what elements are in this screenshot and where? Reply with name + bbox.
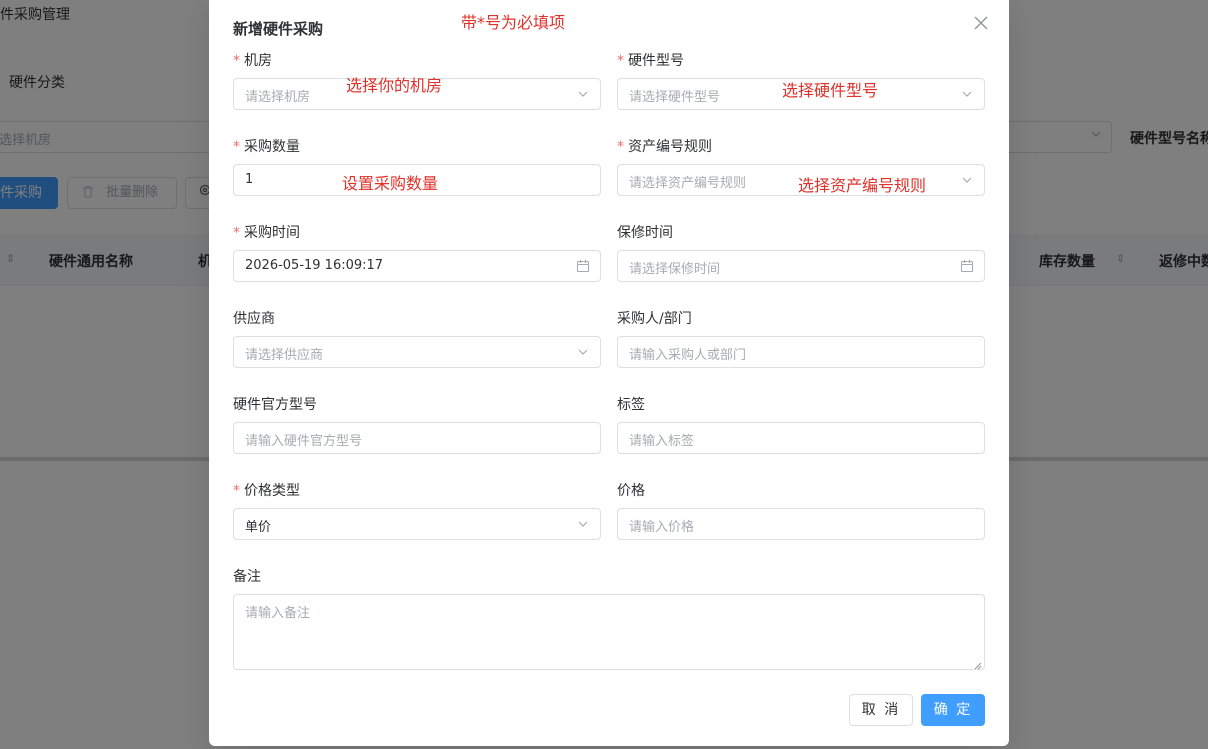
chevron-down-icon — [576, 87, 590, 101]
quantity-label: * 采购数量 — [233, 139, 300, 155]
warranty-time-label: 保修时间 — [617, 225, 673, 241]
official-model-placeholder: 请输入硬件官方型号 — [245, 434, 363, 449]
dialog-title: 新增硬件采购 — [233, 20, 324, 38]
price-input[interactable]: 请输入价格 — [617, 508, 985, 540]
price-placeholder: 请输入价格 — [629, 520, 695, 535]
asset-rule-placeholder: 请选择资产编号规则 — [629, 176, 747, 191]
tags-placeholder: 请输入标签 — [629, 434, 695, 449]
chevron-down-icon — [960, 173, 974, 187]
resize-handle-icon[interactable] — [974, 659, 982, 670]
chevron-down-icon — [960, 87, 974, 101]
confirm-button[interactable]: 确 定 — [921, 694, 985, 726]
remark-textarea[interactable]: 请输入备注 — [233, 594, 985, 670]
price-type-select[interactable]: 单价 — [233, 508, 601, 540]
purchaser-input[interactable]: 请输入采购人或部门 — [617, 336, 985, 368]
room-placeholder: 请选择机房 — [245, 90, 311, 105]
tags-input[interactable]: 请输入标签 — [617, 422, 985, 454]
supplier-label: 供应商 — [233, 311, 275, 327]
cancel-button[interactable]: 取 消 — [849, 694, 913, 726]
remark-placeholder: 请输入备注 — [245, 606, 311, 621]
purchase-time-picker[interactable]: 2026-05-19 16:09:17 — [233, 250, 601, 282]
chevron-down-icon — [576, 517, 590, 531]
chevron-down-icon — [576, 345, 590, 359]
calendar-icon — [576, 259, 590, 273]
room-label: * 机房 — [233, 53, 272, 69]
close-icon[interactable] — [973, 15, 989, 31]
price-type-label: * 价格类型 — [233, 483, 300, 499]
tags-label: 标签 — [617, 397, 645, 413]
calendar-icon — [960, 259, 974, 273]
quantity-annotation: 设置采购数量 — [342, 174, 439, 193]
add-purchase-dialog: 新增硬件采购 带*号为必填项 * 机房 请选择机房 选择你的机房 * 硬件型号 请选… — [209, 0, 1009, 746]
warranty-time-placeholder: 请选择保修时间 — [629, 262, 721, 277]
quantity-value: 1 — [245, 172, 254, 187]
official-model-input[interactable]: 请输入硬件官方型号 — [233, 422, 601, 454]
official-model-label: 硬件官方型号 — [233, 397, 317, 413]
price-label: 价格 — [617, 483, 645, 499]
purchaser-placeholder: 请输入采购人或部门 — [629, 348, 747, 363]
purchase-time-label: * 采购时间 — [233, 225, 300, 241]
purchase-time-value: 2026-05-19 16:09:17 — [245, 258, 384, 273]
model-placeholder: 请选择硬件型号 — [629, 90, 721, 105]
supplier-placeholder: 请选择供应商 — [245, 348, 324, 363]
model-label: * 硬件型号 — [617, 53, 684, 69]
asset-rule-annotation: 选择资产编号规则 — [798, 176, 927, 195]
remark-label: 备注 — [233, 569, 261, 585]
purchaser-label: 采购人/部门 — [617, 311, 692, 327]
required-hint-annotation: 带*号为必填项 — [461, 13, 566, 32]
model-annotation: 选择硬件型号 — [782, 81, 879, 100]
price-type-value: 单价 — [245, 520, 272, 535]
supplier-select[interactable]: 请选择供应商 — [233, 336, 601, 368]
warranty-time-picker[interactable]: 请选择保修时间 — [617, 250, 985, 282]
room-annotation: 选择你的机房 — [346, 76, 443, 95]
asset-rule-label: * 资产编号规则 — [617, 139, 712, 155]
